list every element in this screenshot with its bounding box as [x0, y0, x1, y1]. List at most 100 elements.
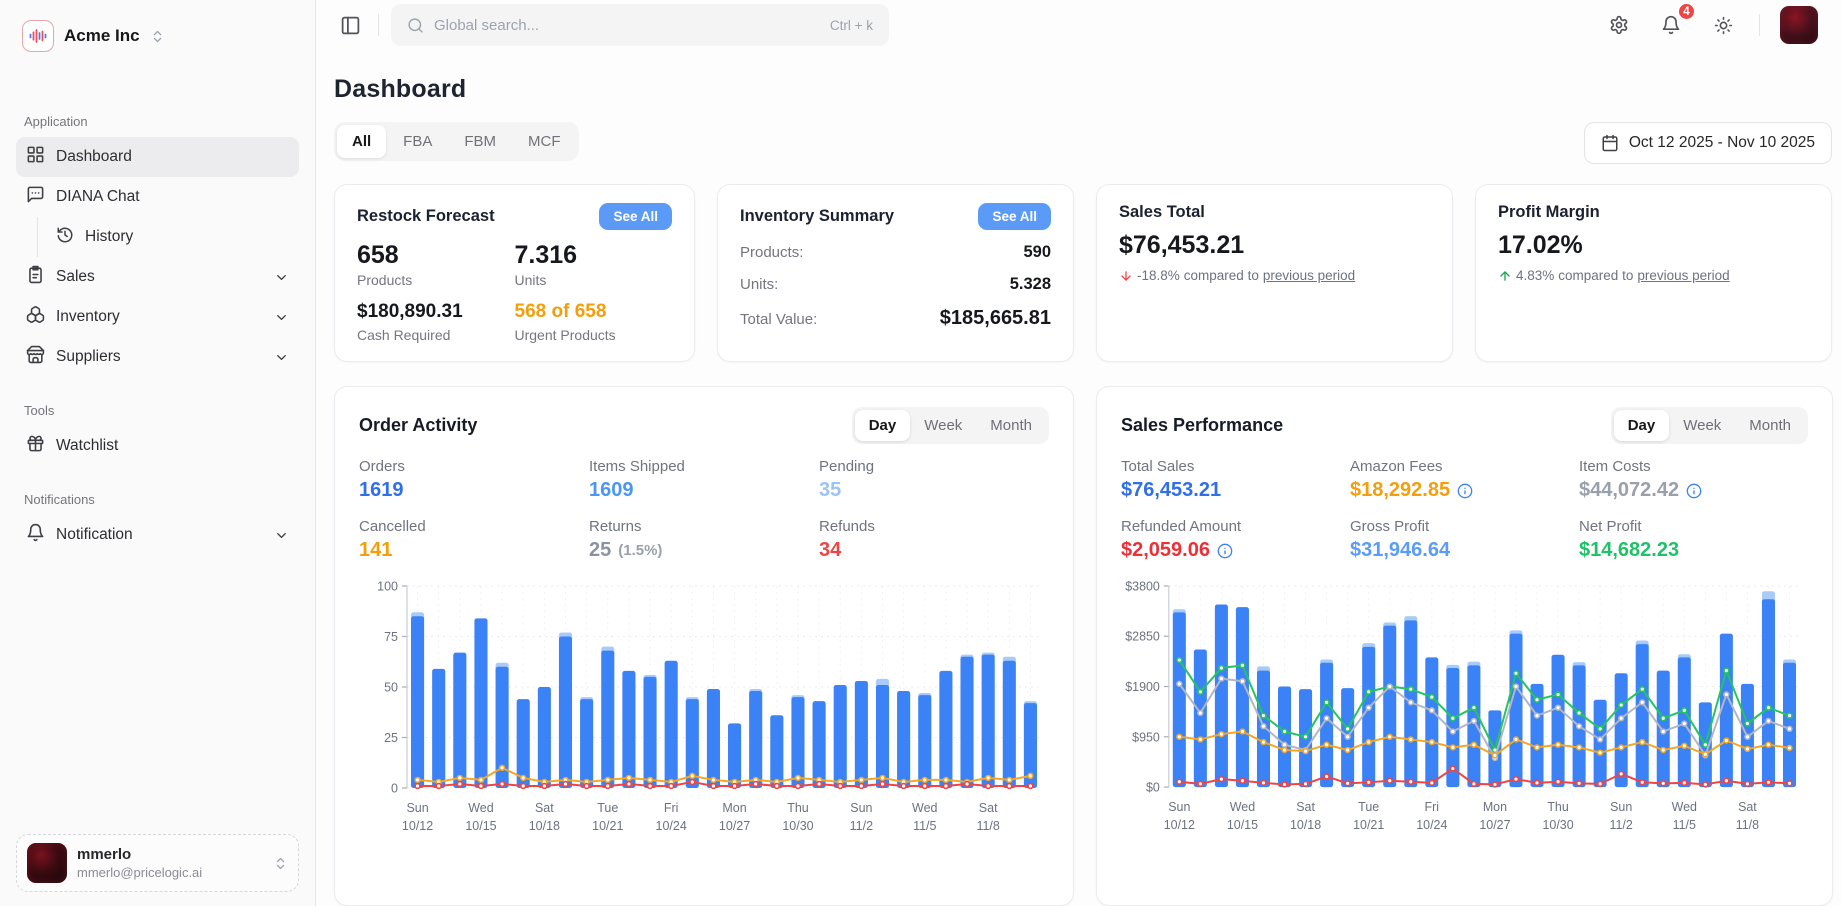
profit-margin-card: Profit Margin 17.02% 4.83% compared to p…: [1475, 184, 1832, 362]
topbar-avatar[interactable]: [1780, 6, 1818, 44]
calendar-icon: [1601, 134, 1619, 152]
svg-text:25: 25: [384, 731, 398, 745]
sidebar-item-diana-chat[interactable]: DIANA Chat: [16, 177, 299, 217]
svg-text:75: 75: [384, 630, 398, 644]
svg-text:10/21: 10/21: [1353, 818, 1384, 832]
previous-period-link[interactable]: previous period: [1263, 268, 1355, 283]
sidebar-toggle-button[interactable]: [334, 9, 366, 41]
stat-pending: Pending 35: [819, 458, 1049, 502]
stat-net-profit: Net Profit $14,682.23: [1579, 518, 1808, 562]
sidebar-item-label: Suppliers: [56, 348, 263, 366]
inventory-row-value: 590: [1023, 243, 1051, 262]
svg-text:100: 100: [377, 580, 398, 594]
stat-orders: Orders 1619: [359, 458, 589, 502]
layout-grid-icon: [26, 145, 45, 169]
sidebar-item-sales[interactable]: Sales: [16, 257, 299, 297]
svg-text:10/12: 10/12: [402, 819, 433, 833]
inventory-see-all-button[interactable]: See All: [978, 203, 1051, 230]
tab-week[interactable]: Week: [910, 410, 976, 441]
svg-text:$3800: $3800: [1125, 579, 1160, 593]
clipboard-list-icon: [26, 265, 45, 289]
svg-text:10/15: 10/15: [1227, 818, 1258, 832]
brand-logo-waveform-icon: [22, 20, 54, 52]
global-search[interactable]: Ctrl + k: [391, 4, 889, 46]
info-icon[interactable]: [1457, 483, 1473, 499]
restock-see-all-button[interactable]: See All: [599, 203, 672, 230]
search-shortcut-hint: Ctrl + k: [830, 18, 873, 33]
sales-total-delta: -18.8%: [1137, 268, 1180, 283]
sidebar-subtree: History: [37, 217, 299, 257]
svg-text:$1900: $1900: [1125, 680, 1160, 694]
sidebar-item-notification[interactable]: Notification: [16, 515, 299, 555]
info-icon[interactable]: [1217, 543, 1233, 559]
restock-cash-label: Cash Required: [357, 327, 515, 343]
filter-tab-mcf[interactable]: MCF: [513, 125, 576, 158]
fulfillment-filter-tabs: All FBA FBM MCF: [334, 122, 579, 161]
settings-gear-button[interactable]: [1603, 9, 1635, 41]
date-range-picker[interactable]: Oct 12 2025 - Nov 10 2025: [1584, 122, 1832, 164]
tab-day[interactable]: Day: [1614, 410, 1670, 441]
svg-text:10/21: 10/21: [592, 819, 623, 833]
sidebar-item-suppliers[interactable]: Suppliers: [16, 337, 299, 377]
card-title: Inventory Summary: [740, 207, 894, 226]
svg-text:Tue: Tue: [1358, 800, 1379, 814]
svg-text:10/24: 10/24: [1416, 818, 1447, 832]
sales-total-value: $76,453.21: [1119, 232, 1430, 260]
chevron-down-icon: [274, 310, 289, 325]
sidebar-item-watchlist[interactable]: Watchlist: [16, 426, 299, 466]
sidebar-item-history[interactable]: History: [46, 217, 299, 257]
filter-tab-fbm[interactable]: FBM: [449, 125, 511, 158]
section-label-application: Application: [24, 114, 291, 129]
info-icon[interactable]: [1686, 483, 1702, 499]
user-menu[interactable]: mmerlo mmerlo@pricelogic.ai: [16, 834, 299, 892]
search-input[interactable]: [434, 17, 820, 34]
tab-month[interactable]: Month: [1735, 410, 1805, 441]
theme-toggle-sun-button[interactable]: [1707, 9, 1739, 41]
stat-amazon-fees: Amazon Fees $18,292.85: [1350, 458, 1579, 502]
svg-text:Sat: Sat: [979, 801, 998, 815]
previous-period-link[interactable]: previous period: [1637, 268, 1729, 283]
bell-icon: [26, 523, 45, 547]
svg-text:10/27: 10/27: [719, 819, 750, 833]
tab-week[interactable]: Week: [1669, 410, 1735, 441]
order-activity-chart: 0255075100Sun10/12Wed10/15Sat10/18Tue10/…: [359, 576, 1049, 844]
svg-text:Sun: Sun: [1168, 800, 1190, 814]
svg-text:10/30: 10/30: [782, 819, 813, 833]
org-switcher[interactable]: Acme Inc: [16, 16, 299, 56]
topbar-divider: [1759, 14, 1760, 36]
sidebar-item-inventory[interactable]: Inventory: [16, 297, 299, 337]
svg-text:10/18: 10/18: [1290, 818, 1321, 832]
svg-text:Thu: Thu: [787, 801, 809, 815]
sidebar-item-label: Inventory: [56, 308, 263, 326]
svg-text:Wed: Wed: [1230, 800, 1255, 814]
profit-margin-delta: 4.83%: [1516, 268, 1554, 283]
tab-month[interactable]: Month: [976, 410, 1046, 441]
sidebar-item-dashboard[interactable]: Dashboard: [16, 137, 299, 177]
dashboard-content: Dashboard All FBA FBM MCF Oct 12 2025 - …: [316, 51, 1842, 906]
svg-text:$0: $0: [1146, 781, 1160, 795]
boxes-icon: [26, 305, 45, 329]
svg-text:10/15: 10/15: [465, 819, 496, 833]
store-icon: [26, 345, 45, 369]
svg-text:Sat: Sat: [535, 801, 554, 815]
restock-products-label: Products: [357, 272, 515, 288]
sales-performance-card: Sales Performance Day Week Month Total S…: [1096, 386, 1833, 906]
restock-cash-value: $180,890.31: [357, 301, 515, 324]
user-name: mmerlo: [77, 846, 263, 865]
delta-text: compared to: [1184, 268, 1259, 283]
arrow-up-icon: [1498, 269, 1512, 283]
chevrons-up-down-icon: [273, 856, 288, 871]
main-area: Ctrl + k 4 Dashboard: [316, 0, 1842, 906]
sidebar-item-label: Notification: [56, 526, 263, 544]
sidebar-item-label: Watchlist: [56, 437, 289, 455]
chevrons-up-down-icon: [150, 29, 165, 44]
user-email: mmerlo@pricelogic.ai: [77, 865, 263, 880]
filter-tab-fba[interactable]: FBA: [388, 125, 447, 158]
filter-tab-all[interactable]: All: [337, 125, 386, 158]
stat-items-shipped: Items Shipped 1609: [589, 458, 819, 502]
svg-text:Wed: Wed: [1672, 800, 1697, 814]
inventory-row-label: Total Value:: [740, 311, 817, 328]
tab-day[interactable]: Day: [855, 410, 911, 441]
svg-text:10/30: 10/30: [1542, 818, 1573, 832]
sidebar-item-label: Dashboard: [56, 148, 289, 166]
